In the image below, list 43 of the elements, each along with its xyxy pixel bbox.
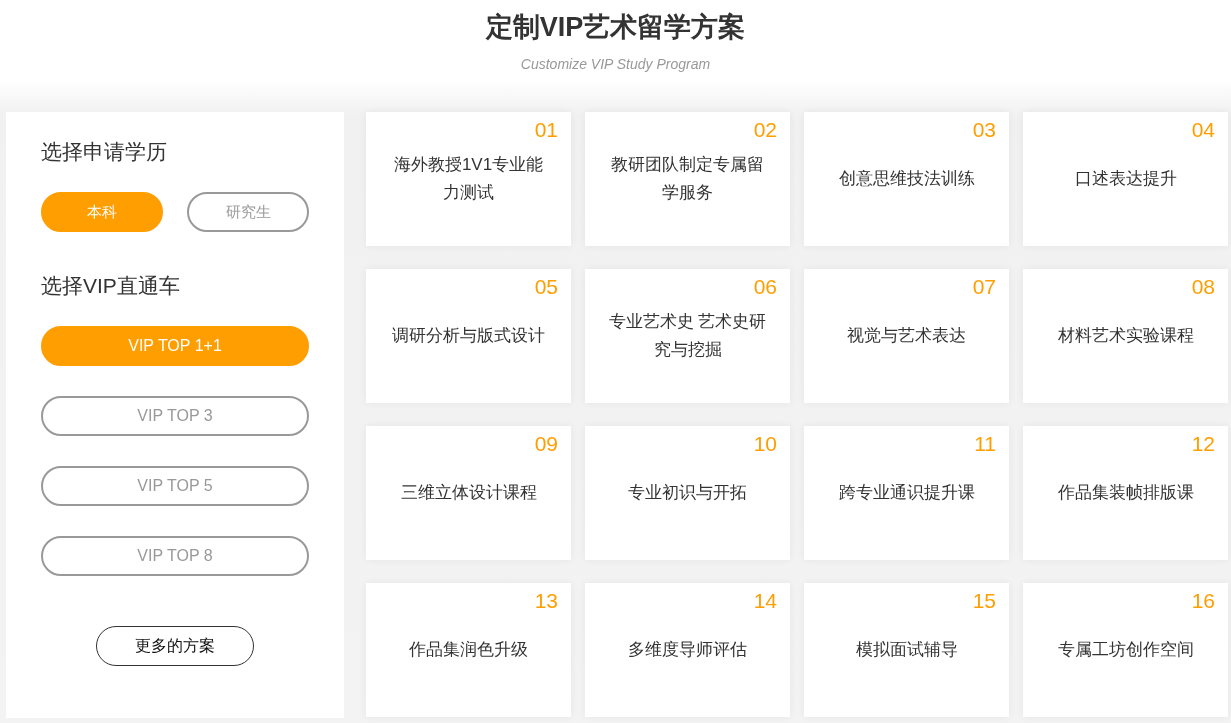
card-number: 03 [972,118,996,142]
card-title: 作品集润色升级 [408,639,529,661]
card-number: 05 [534,275,558,299]
card-number: 06 [753,275,777,299]
card-title: 专属工坊创作空间 [1056,639,1195,661]
card-title: 创意思维技法训练 [837,168,976,190]
card-number: 04 [1191,118,1215,142]
vip-option[interactable]: VIP TOP 3 [41,396,309,436]
card-title: 口述表达提升 [1073,168,1178,190]
card-number: 08 [1191,275,1215,299]
page-subtitle: Customize VIP Study Program [520,56,711,72]
card-title: 跨专业通识提升课 [837,482,976,504]
card-number: 15 [972,589,996,613]
vip-option[interactable]: VIP TOP 8 [41,536,309,576]
card-title: 海外教授1V1专业能力测试 [392,154,545,204]
card-title: 三维立体设计课程 [399,482,538,504]
card-title: 作品集装帧排版课 [1056,482,1195,504]
card-number: 16 [1191,589,1215,613]
card-number: 13 [534,589,558,613]
degree-option[interactable]: 本科 [41,192,163,232]
card-number: 02 [753,118,777,142]
card-number: 10 [753,432,777,456]
section-heading: 选择VIP直通车 [41,273,180,299]
card-title: 教研团队制定专属留学服务 [610,154,765,204]
card-title: 多维度导师评估 [627,639,748,661]
vip-option[interactable]: VIP TOP 5 [41,466,309,506]
vip-option[interactable]: VIP TOP 1+1 [41,326,309,366]
card-title: 视觉与艺术表达 [846,325,967,347]
card-number: 09 [534,432,558,456]
card-title: 调研分析与版式设计 [391,325,546,347]
card-number: 11 [974,432,996,456]
card-title: 专业艺术史 艺术史研究与挖掘 [607,311,768,361]
card-number: 01 [534,118,558,142]
card-number: 07 [972,275,996,299]
more-plans-button[interactable]: 更多的方案 [96,626,254,666]
card-title: 材料艺术实验课程 [1056,325,1195,347]
degree-option[interactable]: 研究生 [187,192,309,232]
section-heading: 选择申请学历 [41,139,167,165]
card-number: 12 [1191,432,1215,456]
card-number: 14 [753,589,777,613]
page-title: 定制VIP艺术留学方案 [485,11,746,44]
card-title: 模拟面试辅导 [854,639,959,661]
card-title: 专业初识与开拓 [627,482,748,504]
